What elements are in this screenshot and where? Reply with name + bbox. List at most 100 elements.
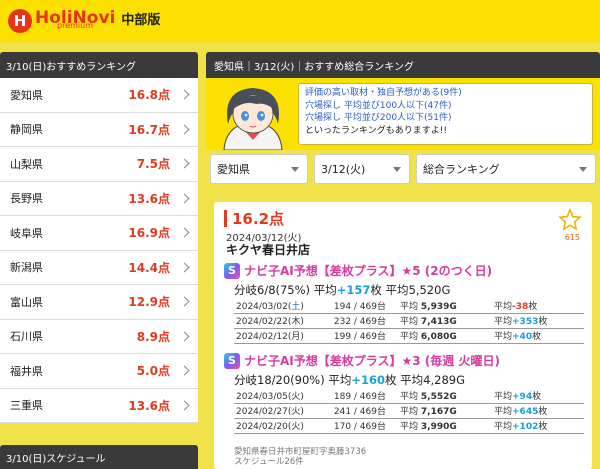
history-avg-games-label: 平均 [400,301,419,312]
history-avg-games-value: 6,080G [420,332,457,342]
ranking-prefecture: 静岡県 [10,123,43,137]
chevron-down-icon [579,167,587,172]
history-avg-diff-value: +40 [512,332,533,342]
history-avg-games: 平均 5,939G [398,298,492,314]
ranking-score: 16.7点 [128,122,170,137]
intro-tail-text: といったランキングもありますよ!! [305,125,447,136]
history-date: 2024/03/05(火) [234,388,318,404]
history-row: 2024/03/05(火) 189 / 469台 平均 5,552G 平均+94枚 [234,388,584,404]
site-header: H HoliNovi 中部版 premium [0,0,600,42]
store-address-block: 愛知県春日井市町屋町字奥藤3736 スケジュール26件 [234,447,366,467]
store-card[interactable]: 16.2点 615 2024/03/12(火) キクヤ春日井店 S ナビ子AI予… [214,202,592,469]
history-date-pre: 2024/02/27( [236,407,292,417]
history-avg-games-value: 5,552G [420,391,457,402]
ranking-prefecture: 山梨県 [10,157,43,171]
history-date-post: ) [300,422,304,432]
history-avg-games-value: 3,990G [420,422,457,432]
history-avg-games: 平均 7,167G [398,403,492,419]
store-schedule-count[interactable]: スケジュール26件 [234,457,366,467]
history-avg-diff-value: +94 [512,391,533,402]
history-date-pre: 2024/03/02( [236,301,292,312]
prediction-title[interactable]: S ナビ子AI予想【差枚プラス】★3 (毎週 火曜日) [224,352,500,369]
intro-link-rated[interactable]: 評価の高い取材・独自予想がある(9件) [305,87,586,100]
favorite-star-icon[interactable] [558,208,582,232]
ranking-row[interactable]: 福井県 5.0点 [0,354,198,389]
history-avg-diff-value: -38 [512,301,529,312]
history-date: 2024/02/27(火) [234,403,318,419]
chevron-right-icon [179,227,190,238]
history-unit: 枚 [532,332,542,342]
date-select[interactable]: 3/12(火) [314,154,410,184]
favorite-count: 615 [564,233,580,242]
ranking-prefecture: 岐阜県 [10,226,43,240]
chevron-right-icon [179,89,190,100]
ai-prediction-icon: S [224,352,240,369]
history-avg-games-value: 7,167G [420,407,457,417]
history-avg-diff: 平均+645枚 [492,403,584,419]
history-date-post: ) [300,332,304,342]
ranking-row[interactable]: 新潟県 14.4点 [0,251,198,285]
ranking-score: 12.9点 [128,295,170,310]
ranking-prefecture: 新潟県 [10,261,43,275]
filter-bar: 愛知県 3/12(火) 総合ランキング [206,154,600,190]
ranking-type-select[interactable]: 総合ランキング [416,154,596,184]
history-avg-games: 平均 6,080G [398,328,492,344]
history-date-pre: 2024/02/12( [236,332,292,342]
breadcrumb: 愛知県｜3/12(火)｜おすすめ総合ランキング [206,52,600,78]
history-date-pre: 2024/02/20( [236,422,292,432]
prediction-title-text: ナビ子AI予想【差枚プラス】★5 (2のつく日) [244,264,493,278]
prediction-summary: 分岐6/8(75%) 平均+157枚 平均5,520G [234,282,450,298]
history-avg-games-label: 平均 [400,332,419,342]
chevron-down-icon [393,167,401,172]
prediction-title-text: ナビ子AI予想【差枚プラス】★3 (毎週 火曜日) [244,354,500,368]
history-avg-games-label: 平均 [400,391,419,402]
history-avg-diff-label: 平均 [494,391,513,402]
ranking-score: 16.9点 [128,226,170,241]
ranking-score: 8.9点 [136,329,170,344]
history-date-post: ) [300,301,304,312]
history-avg-diff-label: 平均 [494,332,513,342]
history-avg-diff: 平均+102枚 [492,418,584,434]
history-avg-diff-label: 平均 [494,317,513,327]
ranking-list: 愛知県 16.8点静岡県 16.7点山梨県 7.5点 長野県 13.6点岐阜県 16.9点新… [0,78,198,423]
history-avg-diff-label: 平均 [494,407,513,417]
summary-prefix: 分岐6/8(75%) 平均 [234,283,337,297]
ranking-prefecture: 愛知県 [10,88,43,102]
history-table: 2024/03/05(火) 189 / 469台 平均 5,552G 平均+94枚 20… [234,388,584,434]
schedule-title: 3/10(日)スケジュール [0,445,198,469]
ranking-row[interactable]: 長野県 13.6点 [0,182,198,216]
prefecture-select[interactable]: 愛知県 [210,154,308,184]
intro-link-queue-200[interactable]: 穴場探し 平均並び200人以下(51件) [305,112,586,125]
history-avg-games-label: 平均 [400,422,419,432]
ranking-row[interactable]: 静岡県 16.7点 [0,113,198,147]
history-date: 2024/02/22(木) [234,313,318,329]
summary-diff: +157 [336,283,371,297]
history-avg-diff: 平均-38枚 [492,298,584,314]
intro-link-queue-100[interactable]: 穴場探し 平均並び100人以下(47件) [305,100,586,113]
history-table: 2024/03/02(土) 194 / 469台 平均 5,939G 平均-38枚 20… [234,298,584,344]
ranking-row[interactable]: 岐阜県 16.9点 [0,216,198,251]
ranking-row[interactable]: 石川県 8.9点 [0,320,198,354]
logo-mark-icon: H [8,9,32,33]
store-name[interactable]: キクヤ春日井店 [226,241,310,258]
date-select-value: 3/12(火) [321,163,366,176]
history-date: 2024/02/20(火) [234,418,318,434]
ranking-prefecture: 三重県 [10,399,43,413]
history-row: 2024/02/12(月) 199 / 469台 平均 6,080G 平均+40枚 [234,328,584,344]
chevron-right-icon [179,331,190,342]
ranking-row[interactable]: 山梨県 7.5点 [0,147,198,182]
store-score-value: 16.2点 [232,210,285,228]
navigator-avatar-icon [223,88,283,150]
score-accent-bar [224,210,227,227]
ranking-score: 16.8点 [128,88,170,103]
prediction-title[interactable]: S ナビ子AI予想【差枚プラス】★5 (2のつく日) [224,262,492,279]
navigator-speech-bubble: 評価の高い取材・独自予想がある(9件) 穴場探し 平均並び100人以下(47件)… [298,83,593,145]
history-unit: 枚 [538,407,548,417]
history-avg-diff-value: +353 [512,317,539,327]
ranking-row[interactable]: 富山県 12.9点 [0,285,198,320]
history-row: 2024/02/22(木) 232 / 469台 平均 7,413G 平均+353枚 [234,313,584,329]
chevron-right-icon [179,158,190,169]
ranking-row[interactable]: 愛知県 16.8点 [0,78,198,113]
ranking-row[interactable]: 三重県 13.6点 [0,389,198,423]
store-address: 愛知県春日井市町屋町字奥藤3736 [234,447,367,457]
